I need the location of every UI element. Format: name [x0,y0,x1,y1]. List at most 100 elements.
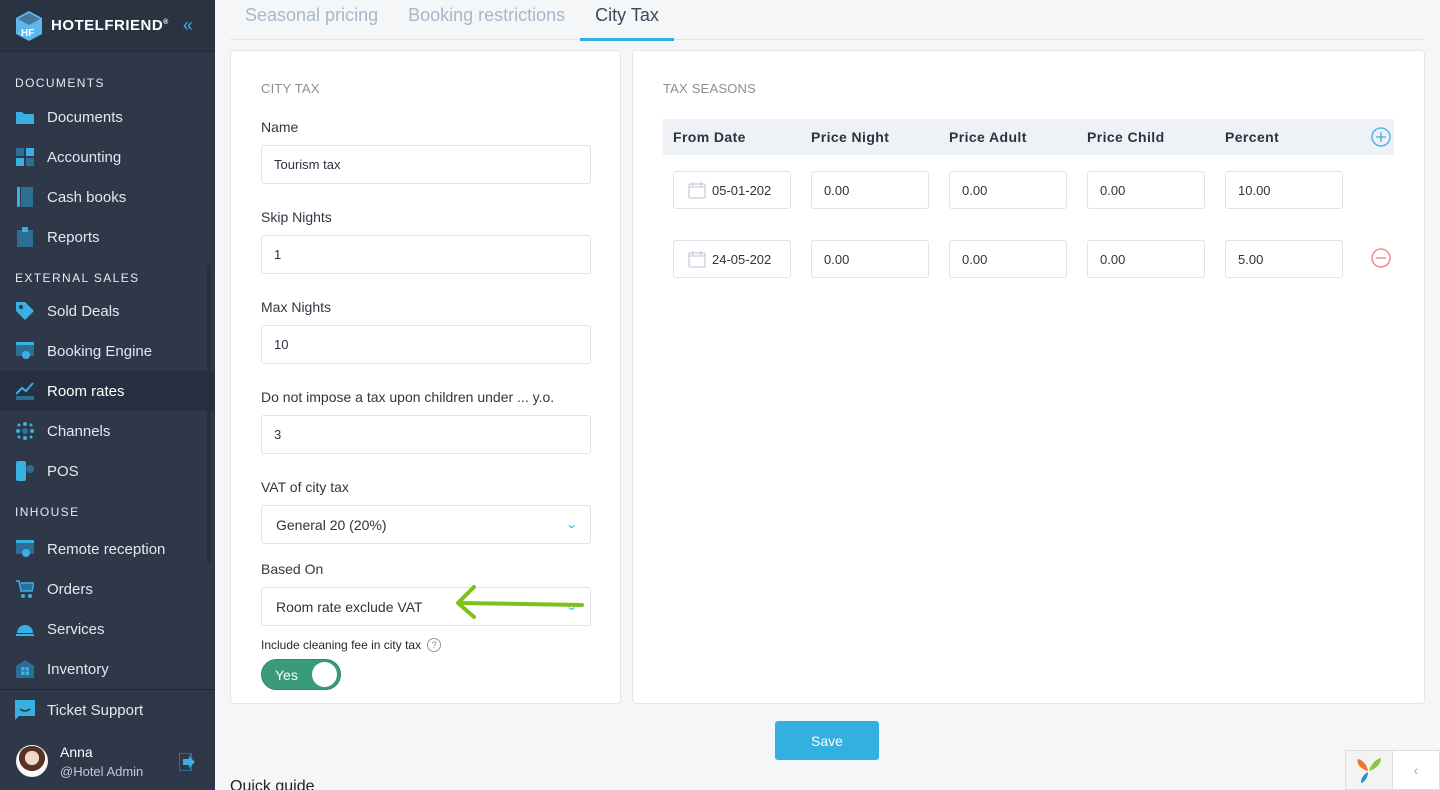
children-age-input[interactable]: 3 [261,415,591,454]
column-header: Price Adult [949,129,1027,145]
collapse-sidebar-button[interactable]: « [183,15,193,36]
user-role: @Hotel Admin [60,763,144,779]
sidebar-item-booking-engine[interactable]: Booking Engine [0,331,215,371]
sidebar-item-label: Sold Deals [47,302,120,320]
sidebar-item-label: Channels [47,422,111,440]
column-header: Price Night [811,129,890,145]
yii-logo-icon[interactable] [1346,751,1393,789]
price-night-input[interactable]: 0.00 [811,171,929,209]
sidebar-section-title: EXTERNAL SALES [15,271,140,285]
sidebar-item-accounting[interactable]: Accounting [0,137,215,177]
chevron-down-icon: ⌄ [564,519,578,531]
skip-nights-input[interactable]: 1 [261,235,591,274]
cleaning-fee-toggle[interactable]: Yes [261,659,341,690]
tab-city-tax[interactable]: City Tax [580,0,674,41]
logout-icon[interactable] [178,752,195,776]
tax-seasons-title: TAX SEASONS [663,81,756,96]
sidebar-item-label: Services [47,620,105,638]
user-profile[interactable]: Anna @Hotel Admin [0,732,215,790]
city-tax-title: CITY TAX [261,81,320,96]
skip-nights-label: Skip Nights [261,209,332,225]
remove-season-button[interactable] [1371,248,1391,273]
sidebar-item-services[interactable]: Services [0,609,215,649]
column-header: Price Child [1087,129,1165,145]
name-input[interactable]: Tourism tax [261,145,591,184]
sidebar-item-reports[interactable]: Reports [0,217,215,257]
avatar [16,745,48,777]
cleaning-fee-label-text: Include cleaning fee in city tax [261,638,422,652]
tax-seasons-card: TAX SEASONS From Date Price Night Price … [632,50,1425,704]
max-nights-label: Max Nights [261,299,332,315]
tab-booking-restrictions[interactable]: Booking restrictions [393,0,580,40]
calculator-icon [15,147,35,167]
trend-chart-icon [15,381,35,401]
tab-bar: Seasonal pricing Booking restrictions Ci… [230,0,1425,41]
from-date-input[interactable]: 05-01-202 [673,171,791,209]
hotelfriend-logo-icon: HF [16,10,42,41]
folder-icon [15,107,35,127]
save-button[interactable]: Save [775,721,879,760]
sidebar-item-room-rates[interactable]: Room rates [0,371,215,411]
add-season-button[interactable] [1371,127,1391,152]
quick-guide-heading: Quick guide [230,778,315,790]
sidebar-scrollbar[interactable] [207,265,211,563]
tax-seasons-header: From Date Price Night Price Adult Price … [663,119,1394,155]
sidebar-item-documents[interactable]: Documents [0,97,215,137]
price-adult-input[interactable]: 0.00 [949,240,1067,278]
sidebar-item-orders[interactable]: Orders [0,569,215,609]
price-adult-input[interactable]: 0.00 [949,171,1067,209]
cart-icon [15,579,35,599]
price-child-input[interactable]: 0.00 [1087,240,1205,278]
sidebar-item-label: Remote reception [47,540,166,558]
sidebar: HF HOTELFRIEND® « DOCUMENTS Documents Ac… [0,0,215,790]
tab-seasonal-pricing[interactable]: Seasonal pricing [230,0,393,40]
sidebar-item-ticket-support[interactable]: Ticket Support [0,690,215,730]
sidebar-header: HF HOTELFRIEND® « [0,0,215,52]
max-nights-input[interactable]: 10 [261,325,591,364]
user-name: Anna [60,743,93,760]
sidebar-item-label: Booking Engine [47,342,153,360]
sidebar-item-pos[interactable]: POS [0,451,215,491]
toggle-knob [312,662,337,687]
price-child-input[interactable]: 0.00 [1087,171,1205,209]
sidebar-item-sold-deals[interactable]: Sold Deals [0,291,215,331]
sidebar-item-label: Ticket Support [47,701,144,719]
vat-label: VAT of city tax [261,479,349,495]
sidebar-item-cash-books[interactable]: Cash books [0,177,215,217]
percent-input[interactable]: 10.00 [1225,171,1343,209]
sidebar-item-label: Accounting [47,148,122,166]
sidebar-item-label: Room rates [47,382,125,400]
toggle-label: Yes [275,666,298,683]
annotation-arrow-icon [456,585,584,619]
percent-input[interactable]: 5.00 [1225,240,1343,278]
debug-toolbar-toggle[interactable]: ‹ [1393,751,1439,789]
house-grid-icon [15,659,35,679]
price-night-input[interactable]: 0.00 [811,240,929,278]
column-header: Percent [1225,129,1280,145]
tag-icon [15,301,35,321]
clipboard-chart-icon [15,227,35,247]
from-date-input[interactable]: 24-05-202 [673,240,791,278]
sidebar-item-label: Inventory [47,660,109,678]
sidebar-item-label: Reports [47,228,100,246]
sidebar-item-remote-reception[interactable]: Remote reception [0,529,215,569]
service-bell-icon [15,619,35,639]
mobile-gear-icon [15,461,35,481]
vat-select-value: General 20 (20%) [276,516,387,533]
table-row: 24-05-202 0.00 0.00 0.00 5.00 [663,240,1394,278]
based-on-select-value: Room rate exclude VAT [276,598,423,615]
column-header: From Date [673,129,746,145]
sidebar-item-channels[interactable]: Channels [0,411,215,451]
browser-gear-icon [15,539,35,559]
svg-text:HF: HF [21,28,34,39]
sidebar-section-title: DOCUMENTS [15,76,105,90]
from-date-value: 24-05-202 [712,251,772,267]
vat-select[interactable]: General 20 (20%) ⌄ [261,505,591,544]
sidebar-item-label: Cash books [47,188,127,206]
from-date-value: 05-01-202 [712,182,772,198]
sidebar-item-label: POS [47,462,79,480]
sidebar-item-label: Orders [47,580,93,598]
sidebar-item-inventory[interactable]: Inventory [0,649,215,689]
network-icon [15,421,35,441]
help-icon[interactable]: ? [427,638,442,652]
